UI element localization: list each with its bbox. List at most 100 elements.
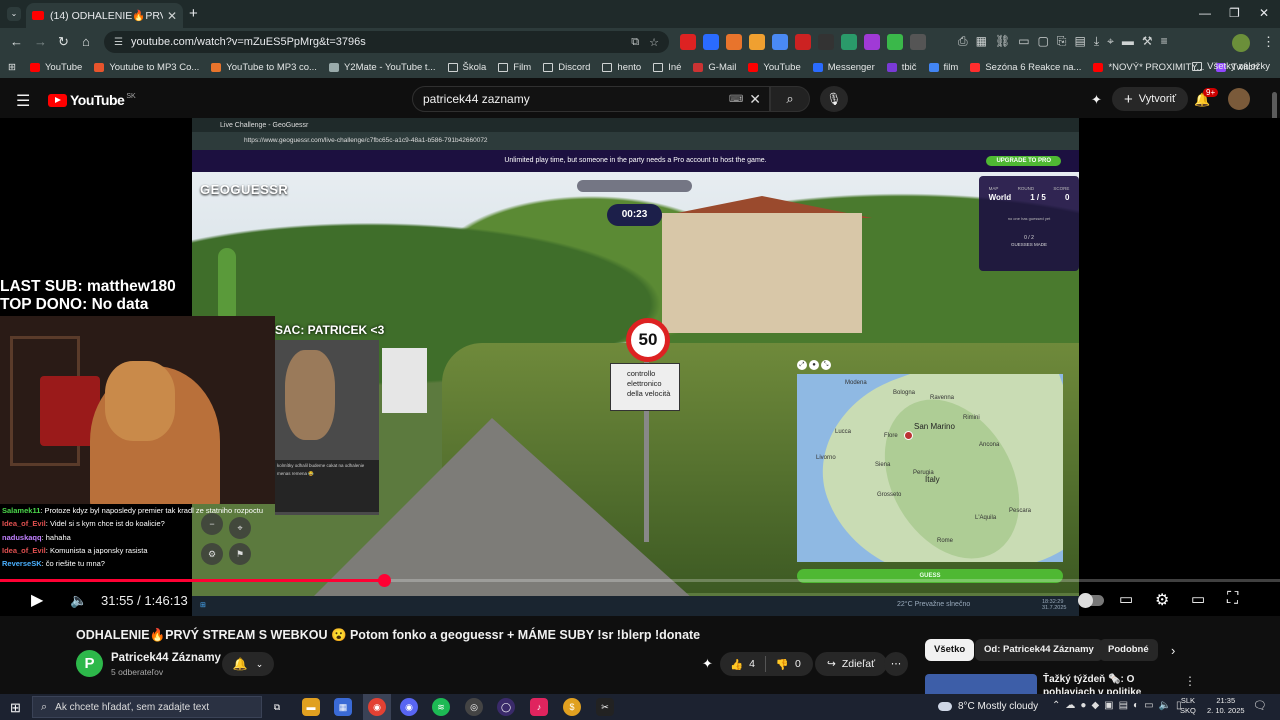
maximize-window-button[interactable]: ❐	[1229, 6, 1240, 20]
bookmark-item[interactable]: Sezóna 6 Reakce na...	[970, 62, 1081, 73]
clear-search-icon[interactable]: ✕	[749, 91, 761, 108]
browser-menu-icon[interactable]: ⋮	[1262, 34, 1275, 50]
print-icon[interactable]: ⎙	[958, 34, 968, 49]
channel-name[interactable]: Patricek44 Záznamy	[111, 652, 221, 664]
capcut-icon[interactable]: ✂	[596, 698, 614, 716]
tray-chevron-icon[interactable]: ⌃	[1052, 700, 1060, 711]
bookmark-item[interactable]: YouTube to MP3 co...	[211, 62, 317, 73]
tab-search-dropdown-icon[interactable]: ⌄	[7, 7, 21, 21]
grid-icon[interactable]: ▦	[976, 34, 987, 49]
spotify-icon[interactable]: ≋	[432, 698, 450, 716]
bookmark-item[interactable]: Škola	[447, 62, 486, 73]
extension-icon[interactable]	[841, 34, 857, 50]
taskbar-weather[interactable]: 8°C Mostly cloudy	[938, 701, 1038, 712]
all-bookmarks[interactable]: Všetky záložky	[1192, 61, 1270, 72]
like-button[interactable]: 👍 4	[720, 652, 765, 676]
input-language[interactable]: SLK SKQ	[1180, 696, 1196, 716]
chip-all[interactable]: Všetko	[925, 639, 975, 661]
new-tab-button[interactable]: +	[189, 5, 198, 22]
translate-icon[interactable]: ⎘	[1057, 34, 1067, 49]
obs-icon[interactable]: ◎	[465, 698, 483, 716]
tray-app-icon[interactable]: ●	[1080, 700, 1086, 711]
minimize-window-button[interactable]: —	[1199, 6, 1211, 20]
keyboard-icon[interactable]: ⌨	[729, 94, 743, 105]
volume-icon[interactable]: 🔈	[70, 592, 87, 609]
site-info-icon[interactable]: ☰	[114, 37, 123, 48]
wallet-icon[interactable]: ▬	[1122, 34, 1134, 49]
subtitles-icon[interactable]: ▭	[1119, 590, 1133, 608]
location-icon[interactable]: ⌖	[1107, 34, 1114, 49]
extensions-puzzle-icon[interactable]	[910, 34, 926, 50]
bookmark-item[interactable]: Discord	[543, 62, 590, 73]
extension-icon[interactable]	[887, 34, 903, 50]
search-button[interactable]: ⌕	[770, 86, 810, 112]
extension-icon[interactable]	[795, 34, 811, 50]
channel-avatar[interactable]: P	[76, 650, 103, 677]
bookmark-star-icon[interactable]: ☆	[649, 36, 659, 49]
extension-icon[interactable]	[680, 34, 696, 50]
tray-app-icon[interactable]: ▣	[1104, 700, 1113, 711]
taskbar-search-input[interactable]: ⌕ Ak chcete hľadať, sem zadajte text	[32, 696, 262, 718]
download-icon[interactable]: ⤓	[1094, 34, 1099, 49]
discord-icon[interactable]: ◉	[400, 698, 418, 716]
extension-icon[interactable]	[749, 34, 765, 50]
bookmark-item[interactable]: G-Mail	[693, 62, 736, 73]
tray-app-icon[interactable]: ◐	[1133, 700, 1139, 711]
address-bar[interactable]: ☰ youtube.com/watch?v=mZuES5PpMrg&t=3796…	[104, 31, 669, 53]
back-button[interactable]: ←	[10, 34, 23, 49]
tiktok-icon[interactable]: ♪	[530, 698, 548, 716]
video-player[interactable]: Live Challenge - GeoGuessr https://www.g…	[0, 118, 1280, 616]
tray-app-icon[interactable]: ◆	[1091, 700, 1099, 711]
chip-from-channel[interactable]: Od: Patricek44 Záznamy	[975, 639, 1103, 661]
share-button[interactable]: ↪ Zdieľať	[815, 652, 888, 676]
thanks-icon[interactable]: ✦	[702, 656, 713, 672]
bookmark-item[interactable]: YouTube	[748, 62, 801, 73]
screenshot-icon[interactable]: ▭	[1018, 34, 1029, 49]
autoplay-toggle[interactable]	[1078, 593, 1104, 608]
more-actions-button[interactable]: ⋯	[884, 652, 908, 676]
bookmark-item[interactable]: YouTube	[29, 62, 82, 73]
progress-scrubber[interactable]	[378, 574, 391, 587]
network-icon[interactable]: ▭	[1144, 700, 1153, 711]
taskbar-clock[interactable]: 21:35 2. 10. 2025	[1207, 696, 1245, 716]
youtube-logo[interactable]: YouTube SK	[48, 92, 136, 108]
bookmark-item[interactable]: Y2Mate - YouTube t...	[328, 62, 436, 73]
cast-icon[interactable]: ⧉	[631, 36, 639, 49]
coin-app-icon[interactable]: $	[563, 698, 581, 716]
extension-icon[interactable]	[772, 34, 788, 50]
bookmark-item[interactable]: tbič	[886, 62, 917, 73]
extension-icon[interactable]	[726, 34, 742, 50]
store-icon[interactable]: ▦	[334, 698, 352, 716]
chip-related[interactable]: Podobné	[1099, 639, 1158, 661]
chevron-right-icon[interactable]: ›	[1171, 643, 1175, 658]
task-view-icon[interactable]: ⧉	[268, 698, 286, 716]
menu-lines-icon[interactable]: ≡	[1161, 34, 1168, 49]
notification-center-icon[interactable]: 🗨	[1253, 699, 1267, 712]
bookmark-item[interactable]: Messenger	[812, 62, 875, 73]
voice-search-mic-icon[interactable]: 🎙	[820, 86, 848, 112]
bookmark-item[interactable]: film	[928, 62, 958, 73]
create-button[interactable]: + Vytvoriť	[1112, 87, 1189, 111]
recommended-thumbnail[interactable]	[925, 674, 1037, 694]
home-button[interactable]: ⌂	[82, 34, 90, 49]
account-avatar[interactable]	[1228, 88, 1250, 110]
tray-app-icon[interactable]: ▤	[1119, 700, 1128, 711]
progress-bar[interactable]	[0, 574, 1280, 587]
recommended-more-icon[interactable]: ⋮	[1184, 674, 1196, 688]
settings-gear-icon[interactable]: ⚙	[1155, 590, 1169, 610]
extension-icon[interactable]	[703, 34, 719, 50]
recommended-title[interactable]: Ťažký týždeň 🗞️: O pohlaviach v politike…	[1043, 673, 1177, 694]
bookmark-item[interactable]: Iné	[653, 62, 681, 73]
speaker-icon[interactable]: 🔈	[1159, 700, 1171, 711]
bookmark-item[interactable]: Film	[498, 62, 531, 73]
link-icon[interactable]: ⛓	[995, 34, 1010, 49]
file-explorer-icon[interactable]: ▬	[302, 698, 320, 716]
tabs-icon[interactable]: ▤	[1074, 34, 1085, 49]
browser-tab-active[interactable]: (14) ODHALENIE🔥PRVÝ STREAM ✕	[26, 3, 183, 28]
theater-mode-icon[interactable]: ▭	[1191, 590, 1205, 608]
app-icon[interactable]: ◯	[497, 698, 515, 716]
dislike-button[interactable]: 👎 0	[766, 652, 811, 676]
window-icon[interactable]: ▢	[1038, 34, 1049, 49]
onedrive-icon[interactable]: ☁	[1065, 700, 1075, 711]
fullscreen-icon[interactable]: ⛶	[1227, 590, 1238, 608]
